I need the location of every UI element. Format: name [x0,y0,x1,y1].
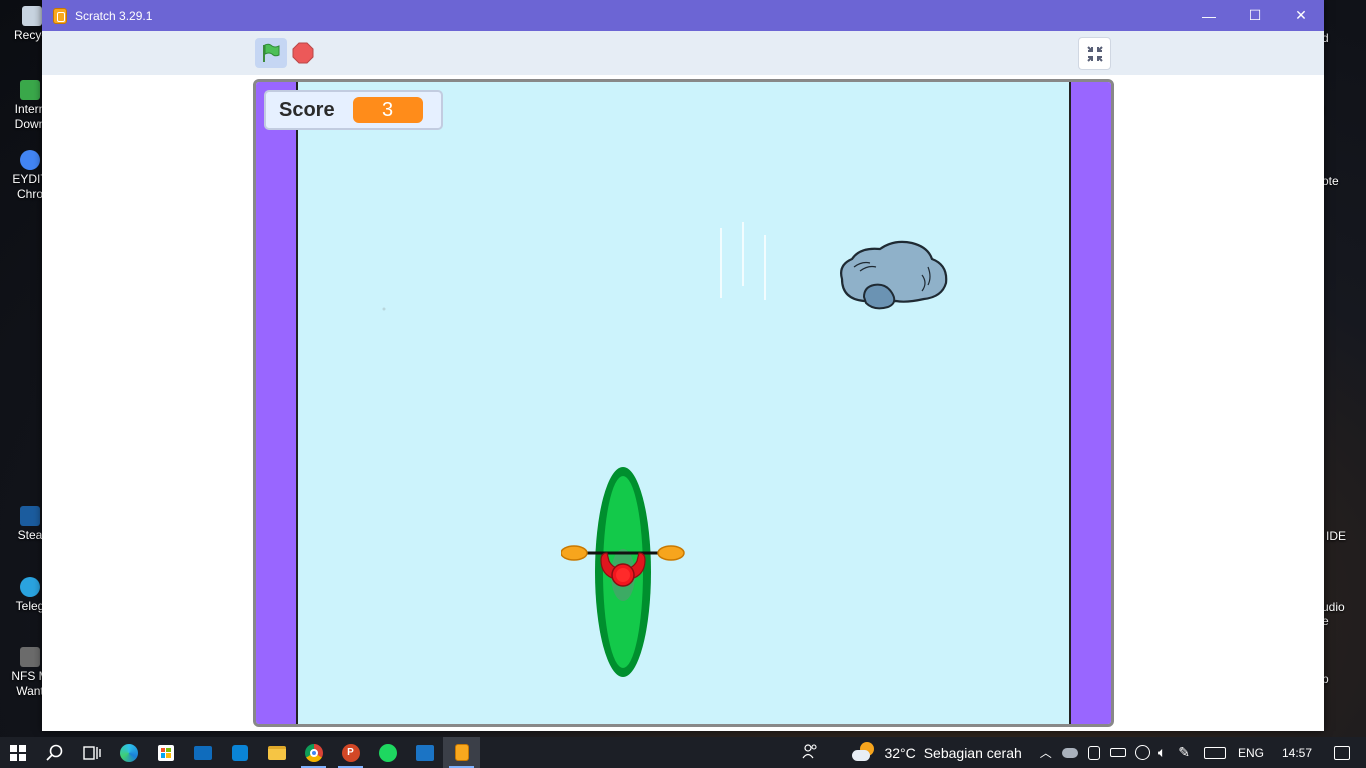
taskbar-mail[interactable] [184,737,221,768]
window-controls: — ☐ ✕ [1186,0,1324,31]
battery-icon[interactable] [1109,748,1126,757]
volume-icon[interactable]: 🔈︎ [1158,744,1166,761]
desktop-label: ote [1322,174,1339,188]
green-flag-button[interactable] [255,38,287,68]
system-tray: 32°C Sebagian cerah ︿ 🔈︎ ✎ ENG 14:57 [798,737,1366,768]
weather-icon[interactable] [852,741,878,764]
start-button[interactable] [0,737,36,768]
task-view-icon [82,745,101,760]
taskbar-photos[interactable] [406,737,443,768]
green-flag-icon [263,43,280,62]
spotify-icon [378,743,397,762]
window-title: Scratch 3.29.1 [75,8,153,23]
water-streak-sprite [720,222,766,300]
search-button[interactable] [36,737,73,768]
desktop-label: udio e [1322,600,1345,628]
kayak-sprite[interactable] [561,465,685,679]
download-manager-icon [20,80,40,100]
onedrive-icon[interactable] [1061,747,1078,758]
rock-sprite[interactable] [836,237,952,312]
taskbar-scratch[interactable] [443,737,480,768]
edge-icon [119,743,138,762]
taskbar-chrome[interactable] [295,737,332,768]
weather-description[interactable]: Sebagian cerah [924,745,1022,761]
notification-icon[interactable] [1334,745,1350,760]
touch-keyboard-icon[interactable] [1203,746,1226,759]
chevron-up-icon[interactable]: ︿ [1040,744,1052,761]
exit-fullscreen-icon [1086,45,1103,62]
nfs-game-icon [20,647,40,667]
desktop-label: IDE [1326,529,1347,543]
weather-temp[interactable]: 32°C [884,745,915,761]
score-label: Score [279,98,335,121]
stage-canvas[interactable]: Score 3 [253,79,1114,727]
scratch-icon [454,744,469,761]
taskbar-teams[interactable] [221,737,258,768]
language-indicator[interactable]: ENG [1238,746,1264,760]
close-button[interactable]: ✕ [1278,0,1324,31]
recycle-bin-icon [22,6,42,26]
powerpoint-icon: P [341,743,360,762]
maximize-button[interactable]: ☐ [1232,0,1278,31]
chrome-icon [304,743,323,762]
people-icon[interactable] [798,743,822,762]
windows-logo-icon [10,744,26,761]
minimize-button[interactable]: — [1186,0,1232,31]
taskbar-file-explorer[interactable] [258,737,295,768]
network-globe-icon[interactable] [1134,745,1150,760]
exit-fullscreen-button[interactable] [1078,37,1111,70]
stop-sign-icon [292,42,314,64]
taskbar-spotify[interactable] [369,737,406,768]
taskbar: P 32°C Sebagian cerah ︿ 🔈︎ ✎ ENG 14:57 [0,737,1366,768]
mail-icon [193,745,212,760]
score-value: 3 [352,97,423,123]
teams-icon [231,744,248,761]
pen-icon[interactable]: ✎ [1178,744,1190,761]
taskbar-powerpoint[interactable]: P [332,737,369,768]
stop-button[interactable] [291,41,315,65]
left-riverbank [256,82,298,724]
telegram-icon [20,577,40,597]
folder-icon [267,745,286,760]
clock[interactable]: 14:57 [1282,746,1312,760]
scratch-app-icon [53,7,67,24]
scratch-window: Scratch 3.29.1 — ☐ ✕ Score 3 [42,0,1324,731]
steam-icon [20,506,40,526]
chrome-icon [20,150,40,170]
meet-now-icon[interactable] [1087,745,1100,760]
right-riverbank [1069,82,1111,724]
taskbar-store[interactable] [147,737,184,768]
stage-toolbar [42,31,1324,75]
search-icon [45,744,62,761]
taskbar-edge[interactable] [110,737,147,768]
water-dot [382,307,386,311]
store-icon [157,744,174,761]
title-bar[interactable]: Scratch 3.29.1 — ☐ ✕ [42,0,1324,31]
task-view-button[interactable] [73,737,110,768]
score-monitor[interactable]: Score 3 [264,90,443,130]
photos-icon [415,744,434,761]
